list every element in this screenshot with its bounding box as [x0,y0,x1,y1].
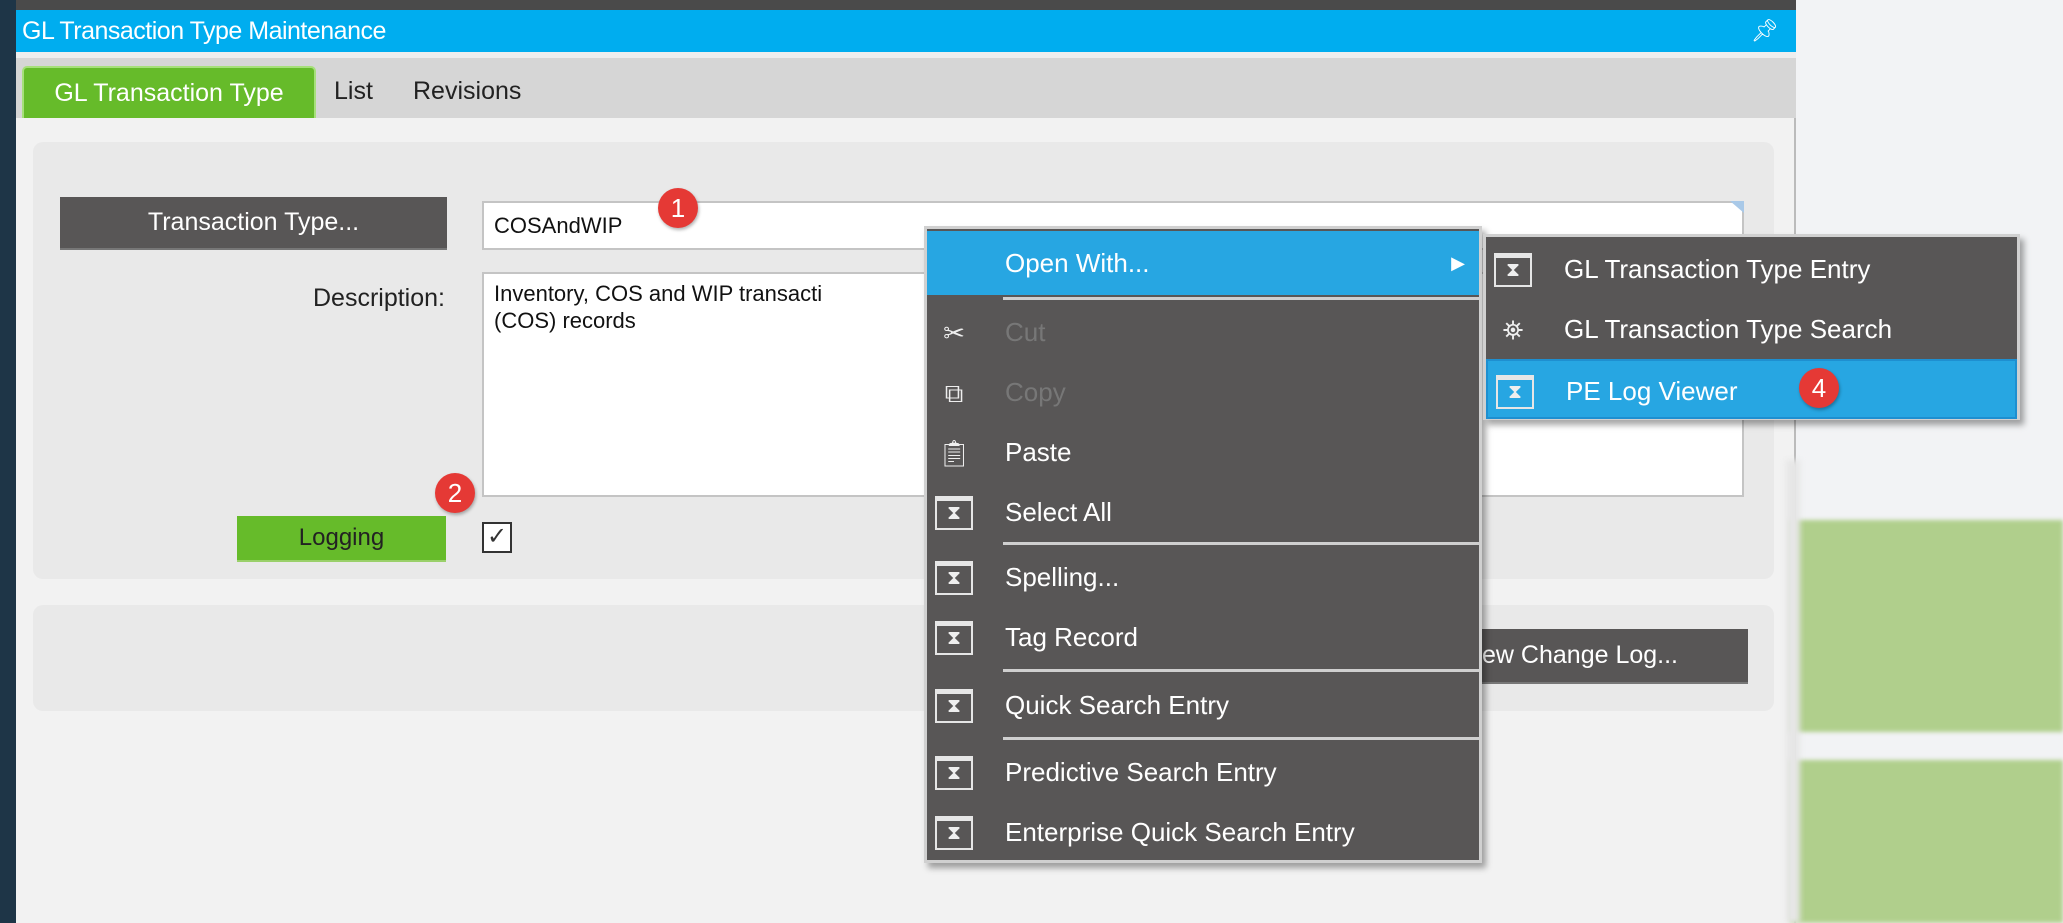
scissors-icon: ✂ [943,318,965,348]
background-card [1790,760,2063,923]
menu-item-label: Spelling... [1005,562,1120,592]
submenu-item-gl-transaction-type-entry[interactable]: ⧗ GL Transaction Type Entry [1486,239,2017,299]
hourglass-window-icon: ⧗ [935,561,973,595]
hourglass-window-icon: ⧗ [935,756,973,790]
tab-list[interactable]: List [334,66,373,118]
binoculars-icon: ⛯ [1502,315,1524,345]
menu-item-label: Tag Record [1005,622,1138,652]
step-badge-1: 1 [658,188,698,228]
menu-item-label: Quick Search Entry [1005,690,1229,720]
logging-checkbox[interactable]: ✓ [482,522,512,553]
menu-item-paste[interactable]: 📋︎ Paste [927,422,1479,482]
window-title-bar: GL Transaction Type Maintenance 📌︎ [16,10,1796,52]
background-edge [1786,460,1800,923]
context-menu: Open With... ▶ ✂ Cut ⧉ Copy 📋︎ Paste ⧗ Selec… [924,226,1482,863]
transaction-type-button[interactable]: Transaction Type... [60,197,447,250]
hourglass-window-icon: ⧗ [935,816,973,850]
hourglass-window-icon: ⧗ [935,496,973,530]
logging-button[interactable]: Logging [237,516,446,562]
submenu-item-pe-log-viewer[interactable]: ⧗ PE Log Viewer [1486,359,2017,419]
background-card [1790,520,2063,732]
tab-bar: GL Transaction Type List Revisions [16,52,1796,118]
menu-item-label: Open With... [1005,248,1150,278]
menu-item-label: GL Transaction Type Search [1564,314,1893,344]
step-badge-2: 2 [435,473,475,513]
tab-gl-transaction-type[interactable]: GL Transaction Type [22,66,316,118]
left-edge [0,0,16,923]
menu-item-label: GL Transaction Type Entry [1564,254,1871,284]
menu-item-predictive-search-entry[interactable]: ⧗ Predictive Search Entry [927,742,1479,802]
step-badge-4: 4 [1799,368,1839,408]
menu-item-open-with[interactable]: Open With... ▶ [927,231,1479,295]
menu-item-enterprise-quick-search-entry[interactable]: ⧗ Enterprise Quick Search Entry [927,802,1479,862]
menu-item-label: Copy [1005,377,1066,407]
tab-revisions[interactable]: Revisions [413,66,521,118]
copy-icon: ⧉ [944,378,964,408]
menu-item-tag-record[interactable]: ⧗ Tag Record [927,607,1479,667]
menu-item-cut[interactable]: ✂ Cut [927,302,1479,362]
menu-item-select-all[interactable]: ⧗ Select All [927,482,1479,542]
menu-item-label: PE Log Viewer [1566,376,1738,406]
menu-item-label: Select All [1005,497,1112,527]
description-label: Description: [313,284,445,312]
paste-icon: 📋︎ [937,438,971,468]
hourglass-window-icon: ⧗ [935,689,973,723]
open-with-submenu: ⧗ GL Transaction Type Entry ⛯ GL Transacti… [1483,234,2020,420]
top-bar [0,0,1796,10]
menu-item-quick-search-entry[interactable]: ⧗ Quick Search Entry [927,675,1479,735]
submenu-item-gl-transaction-type-search[interactable]: ⛯ GL Transaction Type Search [1486,299,2017,359]
menu-item-label: Enterprise Quick Search Entry [1005,817,1355,847]
submenu-arrow-icon: ▶ [1451,253,1465,273]
menu-item-label: Predictive Search Entry [1005,757,1277,787]
menu-item-label: Paste [1005,437,1072,467]
hourglass-window-icon: ⧗ [1494,253,1532,287]
window-title: GL Transaction Type Maintenance [22,17,386,45]
menu-item-spelling[interactable]: ⧗ Spelling... [927,547,1479,607]
pin-icon[interactable]: 📌︎ [1751,10,1779,52]
menu-item-label: Cut [1005,317,1046,347]
menu-item-copy[interactable]: ⧉ Copy [927,362,1479,422]
hourglass-window-icon: ⧗ [1496,375,1534,409]
hourglass-window-icon: ⧗ [935,621,973,655]
